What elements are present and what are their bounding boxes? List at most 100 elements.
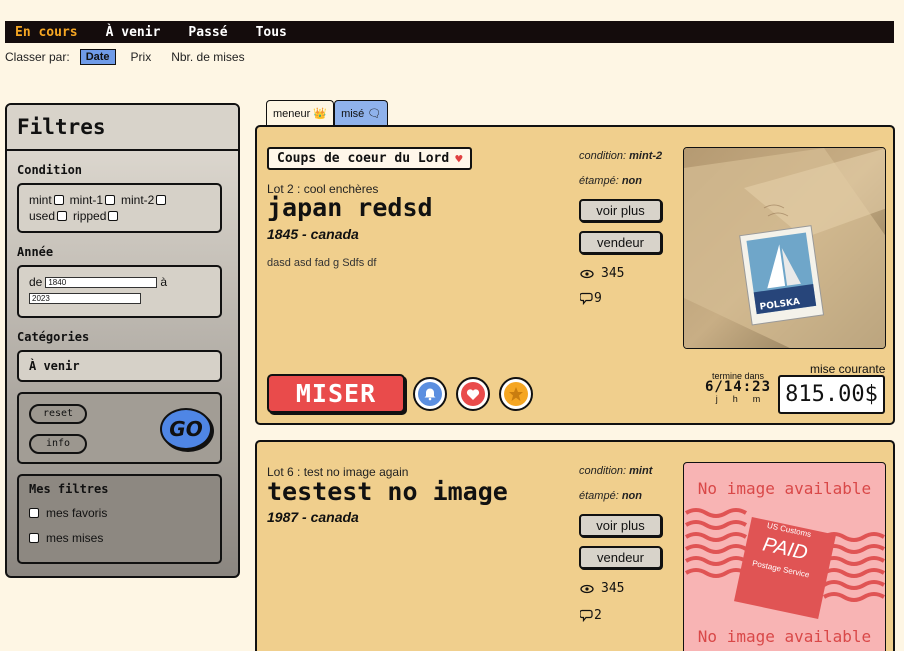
voir-plus-button[interactable]: voir plus bbox=[579, 514, 662, 537]
etampe-label: étampé: bbox=[579, 490, 619, 502]
heart-icon: ♥ bbox=[455, 151, 463, 166]
views-stat: 345 bbox=[580, 266, 624, 281]
eye-icon bbox=[580, 269, 594, 278]
eye-icon bbox=[580, 584, 594, 593]
filters-title: Filtres bbox=[7, 105, 238, 151]
year-from-input[interactable]: 1840 bbox=[45, 276, 158, 288]
mes-filtres-box: Mes filtres mes favoris mes mises bbox=[17, 474, 222, 564]
unit-days: j bbox=[715, 394, 718, 404]
lot-title[interactable]: japan redsd bbox=[267, 193, 433, 222]
condition-value: mint-2 bbox=[629, 150, 663, 162]
condition-value: mint bbox=[629, 465, 653, 477]
vendeur-button[interactable]: vendeur bbox=[579, 546, 662, 569]
lot-title[interactable]: testest no image bbox=[267, 477, 508, 506]
tab-tous[interactable]: Tous bbox=[256, 25, 287, 40]
sort-mises-button[interactable]: Nbr. de mises bbox=[171, 50, 244, 64]
views-count: 345 bbox=[601, 266, 625, 281]
checkbox-label: mint bbox=[29, 193, 52, 207]
countdown: termine dans 6/14:23 jhm bbox=[703, 371, 773, 404]
stamp-photo[interactable]: POLSKA bbox=[683, 147, 886, 349]
heart-icon bbox=[461, 382, 485, 406]
tab-meneur[interactable]: meneur 👑 bbox=[266, 100, 335, 126]
tab-a-venir[interactable]: À venir bbox=[106, 25, 161, 40]
lot-card: Lot 6 : test no image again testest no i… bbox=[255, 440, 895, 651]
annee-box: de 1840 à 2023 bbox=[17, 265, 222, 318]
etampe-value: non bbox=[621, 175, 642, 187]
condition-box: mint mint-1 mint-2 used ripped bbox=[17, 183, 222, 233]
sort-date-button[interactable]: Date bbox=[79, 49, 116, 65]
checkbox-mes-mises[interactable]: mes mises bbox=[29, 531, 210, 545]
countdown-days: 6 bbox=[704, 379, 715, 395]
no-image-placeholder: No image available US Customs PAID Posta… bbox=[683, 462, 886, 651]
checkbox-mint-1[interactable]: mint-1 bbox=[69, 193, 116, 207]
checkbox-square[interactable] bbox=[57, 211, 68, 221]
checkbox-mes-favoris[interactable]: mes favoris bbox=[29, 506, 210, 520]
favorite-button[interactable] bbox=[456, 377, 490, 411]
tab-mise[interactable]: misé 🗨 bbox=[334, 100, 389, 126]
bids-stat: 9 bbox=[580, 291, 602, 306]
checkbox-square[interactable] bbox=[108, 211, 119, 221]
no-image-text-top: No image available bbox=[697, 479, 872, 498]
lot-description: dasd asd fad g Sdfs df bbox=[267, 257, 377, 269]
checkbox-square[interactable] bbox=[105, 195, 116, 205]
checkbox-label: mes favoris bbox=[46, 506, 108, 520]
condition-label: condition: bbox=[579, 150, 627, 162]
checkbox-square[interactable] bbox=[156, 195, 167, 205]
bids-stat: 2 bbox=[580, 608, 602, 623]
lot-subtitle: 1987 - canada bbox=[267, 509, 359, 525]
condition-title: Condition bbox=[17, 163, 83, 177]
checkbox-used[interactable]: used bbox=[29, 209, 68, 223]
vendeur-button[interactable]: vendeur bbox=[579, 231, 662, 254]
lot-card: Coups de coeur du Lord ♥ Lot 2 : cool en… bbox=[255, 125, 895, 425]
countdown-time: 14:23 bbox=[723, 379, 772, 395]
views-stat: 345 bbox=[580, 581, 624, 596]
year-to-label: à bbox=[160, 275, 168, 289]
tab-passe[interactable]: Passé bbox=[188, 25, 227, 40]
top-nav: En cours À venir Passé Tous bbox=[5, 21, 894, 43]
checkbox-label: mint-1 bbox=[69, 193, 104, 207]
countdown-value: 6/14:23 bbox=[703, 379, 773, 395]
current-bid-price: 815.00$ bbox=[778, 375, 885, 414]
annee-title: Année bbox=[17, 245, 54, 259]
miser-button[interactable]: MISER bbox=[267, 374, 405, 413]
checkbox-label: mint-2 bbox=[121, 193, 155, 207]
info-button[interactable]: info bbox=[29, 434, 87, 454]
current-bid-label: mise courante bbox=[810, 362, 886, 376]
speech-bubble-icon bbox=[580, 292, 593, 305]
reset-button[interactable]: reset bbox=[29, 404, 87, 424]
voir-plus-button[interactable]: voir plus bbox=[579, 199, 662, 222]
sort-prix-button[interactable]: Prix bbox=[131, 50, 152, 64]
checkbox-label: ripped bbox=[73, 209, 107, 223]
sort-bar: Classer par: Date Prix Nbr. de mises bbox=[5, 49, 265, 65]
checkbox-label: mes mises bbox=[46, 531, 104, 545]
etampe-meta: étampé: non bbox=[579, 490, 642, 502]
star-button[interactable] bbox=[499, 377, 533, 411]
speech-bubble-icon bbox=[580, 609, 593, 622]
countdown-separator: / bbox=[714, 379, 724, 395]
tab-en-cours[interactable]: En cours bbox=[15, 25, 78, 40]
condition-meta: condition: mint bbox=[579, 465, 652, 477]
views-count: 345 bbox=[601, 581, 625, 596]
checkbox-mint[interactable]: mint bbox=[29, 193, 64, 207]
go-button[interactable]: GO bbox=[160, 408, 212, 450]
bids-count: 2 bbox=[594, 608, 602, 623]
filter-actions: reset info GO bbox=[17, 392, 222, 464]
categories-select[interactable]: À venir bbox=[17, 350, 222, 382]
sort-label: Classer par: bbox=[5, 50, 70, 64]
etampe-label: étampé: bbox=[579, 175, 619, 187]
checkbox-square[interactable] bbox=[29, 508, 39, 518]
year-from-label: de bbox=[29, 275, 43, 289]
coup-de-coeur-badge: Coups de coeur du Lord ♥ bbox=[267, 147, 473, 170]
checkbox-ripped[interactable]: ripped bbox=[73, 209, 119, 223]
checkbox-square[interactable] bbox=[53, 195, 64, 205]
unit-minutes: m bbox=[752, 394, 761, 404]
notify-bell-button[interactable] bbox=[413, 377, 447, 411]
badge-label: Coups de coeur du Lord bbox=[277, 151, 450, 166]
etampe-value: non bbox=[621, 490, 642, 502]
categories-title: Catégories bbox=[17, 330, 90, 344]
unit-hours: h bbox=[732, 394, 738, 404]
countdown-units: jhm bbox=[703, 394, 773, 404]
checkbox-square[interactable] bbox=[29, 533, 39, 543]
checkbox-mint-2[interactable]: mint-2 bbox=[121, 193, 167, 207]
year-to-input[interactable]: 2023 bbox=[29, 293, 141, 304]
